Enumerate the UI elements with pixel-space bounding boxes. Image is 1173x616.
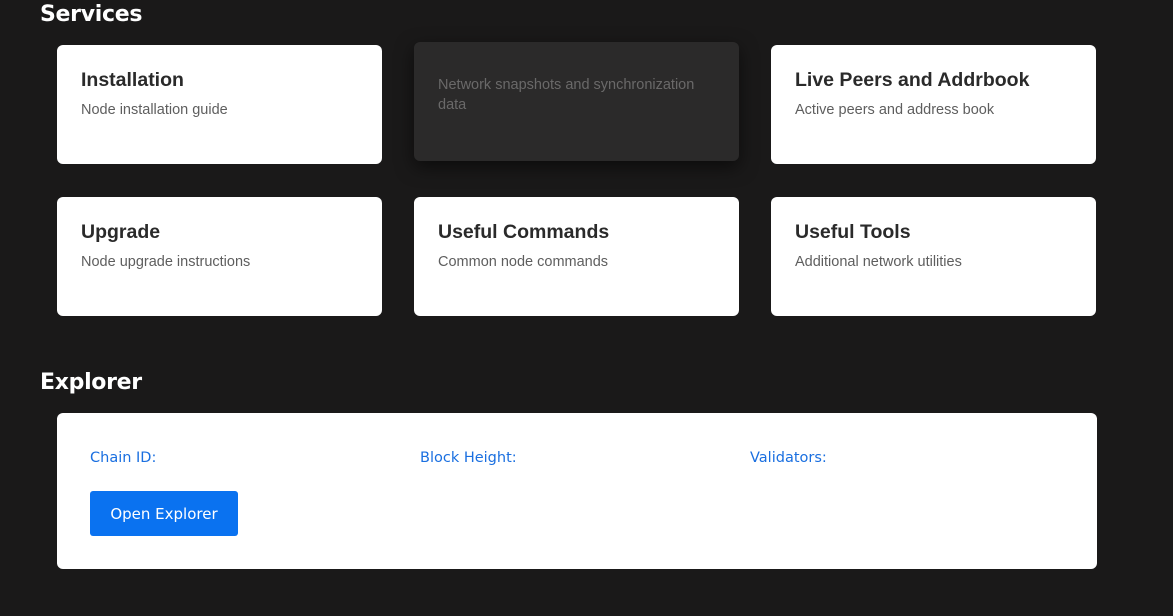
service-card-title: Upgrade: [81, 221, 161, 243]
service-card-description: Node upgrade instructions: [81, 254, 251, 270]
service-card-useful-tools[interactable]: Useful Tools Additional network utilitie…: [771, 197, 1096, 316]
service-card-snapshots[interactable]: Network snapshots and synchronization da…: [414, 42, 739, 161]
service-card-description: Common node commands: [438, 254, 609, 270]
explorer-heading: Explorer: [40, 370, 142, 395]
service-card-title: Useful Tools: [795, 221, 911, 243]
service-card-live-peers[interactable]: Live Peers and Addrbook Active peers and…: [771, 45, 1096, 164]
service-card-upgrade[interactable]: Upgrade Node upgrade instructions: [57, 197, 382, 316]
block-height-label: Block Height:: [420, 450, 517, 466]
service-card-description: Node installation guide: [81, 102, 228, 118]
service-card-description: Network snapshots and synchronization da…: [438, 77, 695, 113]
service-card-installation[interactable]: Installation Node installation guide: [57, 45, 382, 164]
open-explorer-button[interactable]: Open Explorer: [90, 491, 238, 536]
services-heading: Services: [40, 2, 143, 27]
service-card-title: Installation: [81, 69, 184, 91]
service-card-useful-commands[interactable]: Useful Commands Common node commands: [414, 197, 739, 316]
service-card-title: Useful Commands: [438, 221, 610, 243]
service-card-title: Live Peers and Addrbook: [795, 69, 1030, 91]
chain-id-label: Chain ID:: [90, 450, 157, 466]
explorer-panel: Chain ID: Block Height: Validators: Open…: [57, 413, 1097, 569]
service-card-description: Additional network utilities: [795, 254, 962, 270]
validators-label: Validators:: [750, 450, 827, 466]
service-card-description: Active peers and address book: [795, 102, 995, 118]
